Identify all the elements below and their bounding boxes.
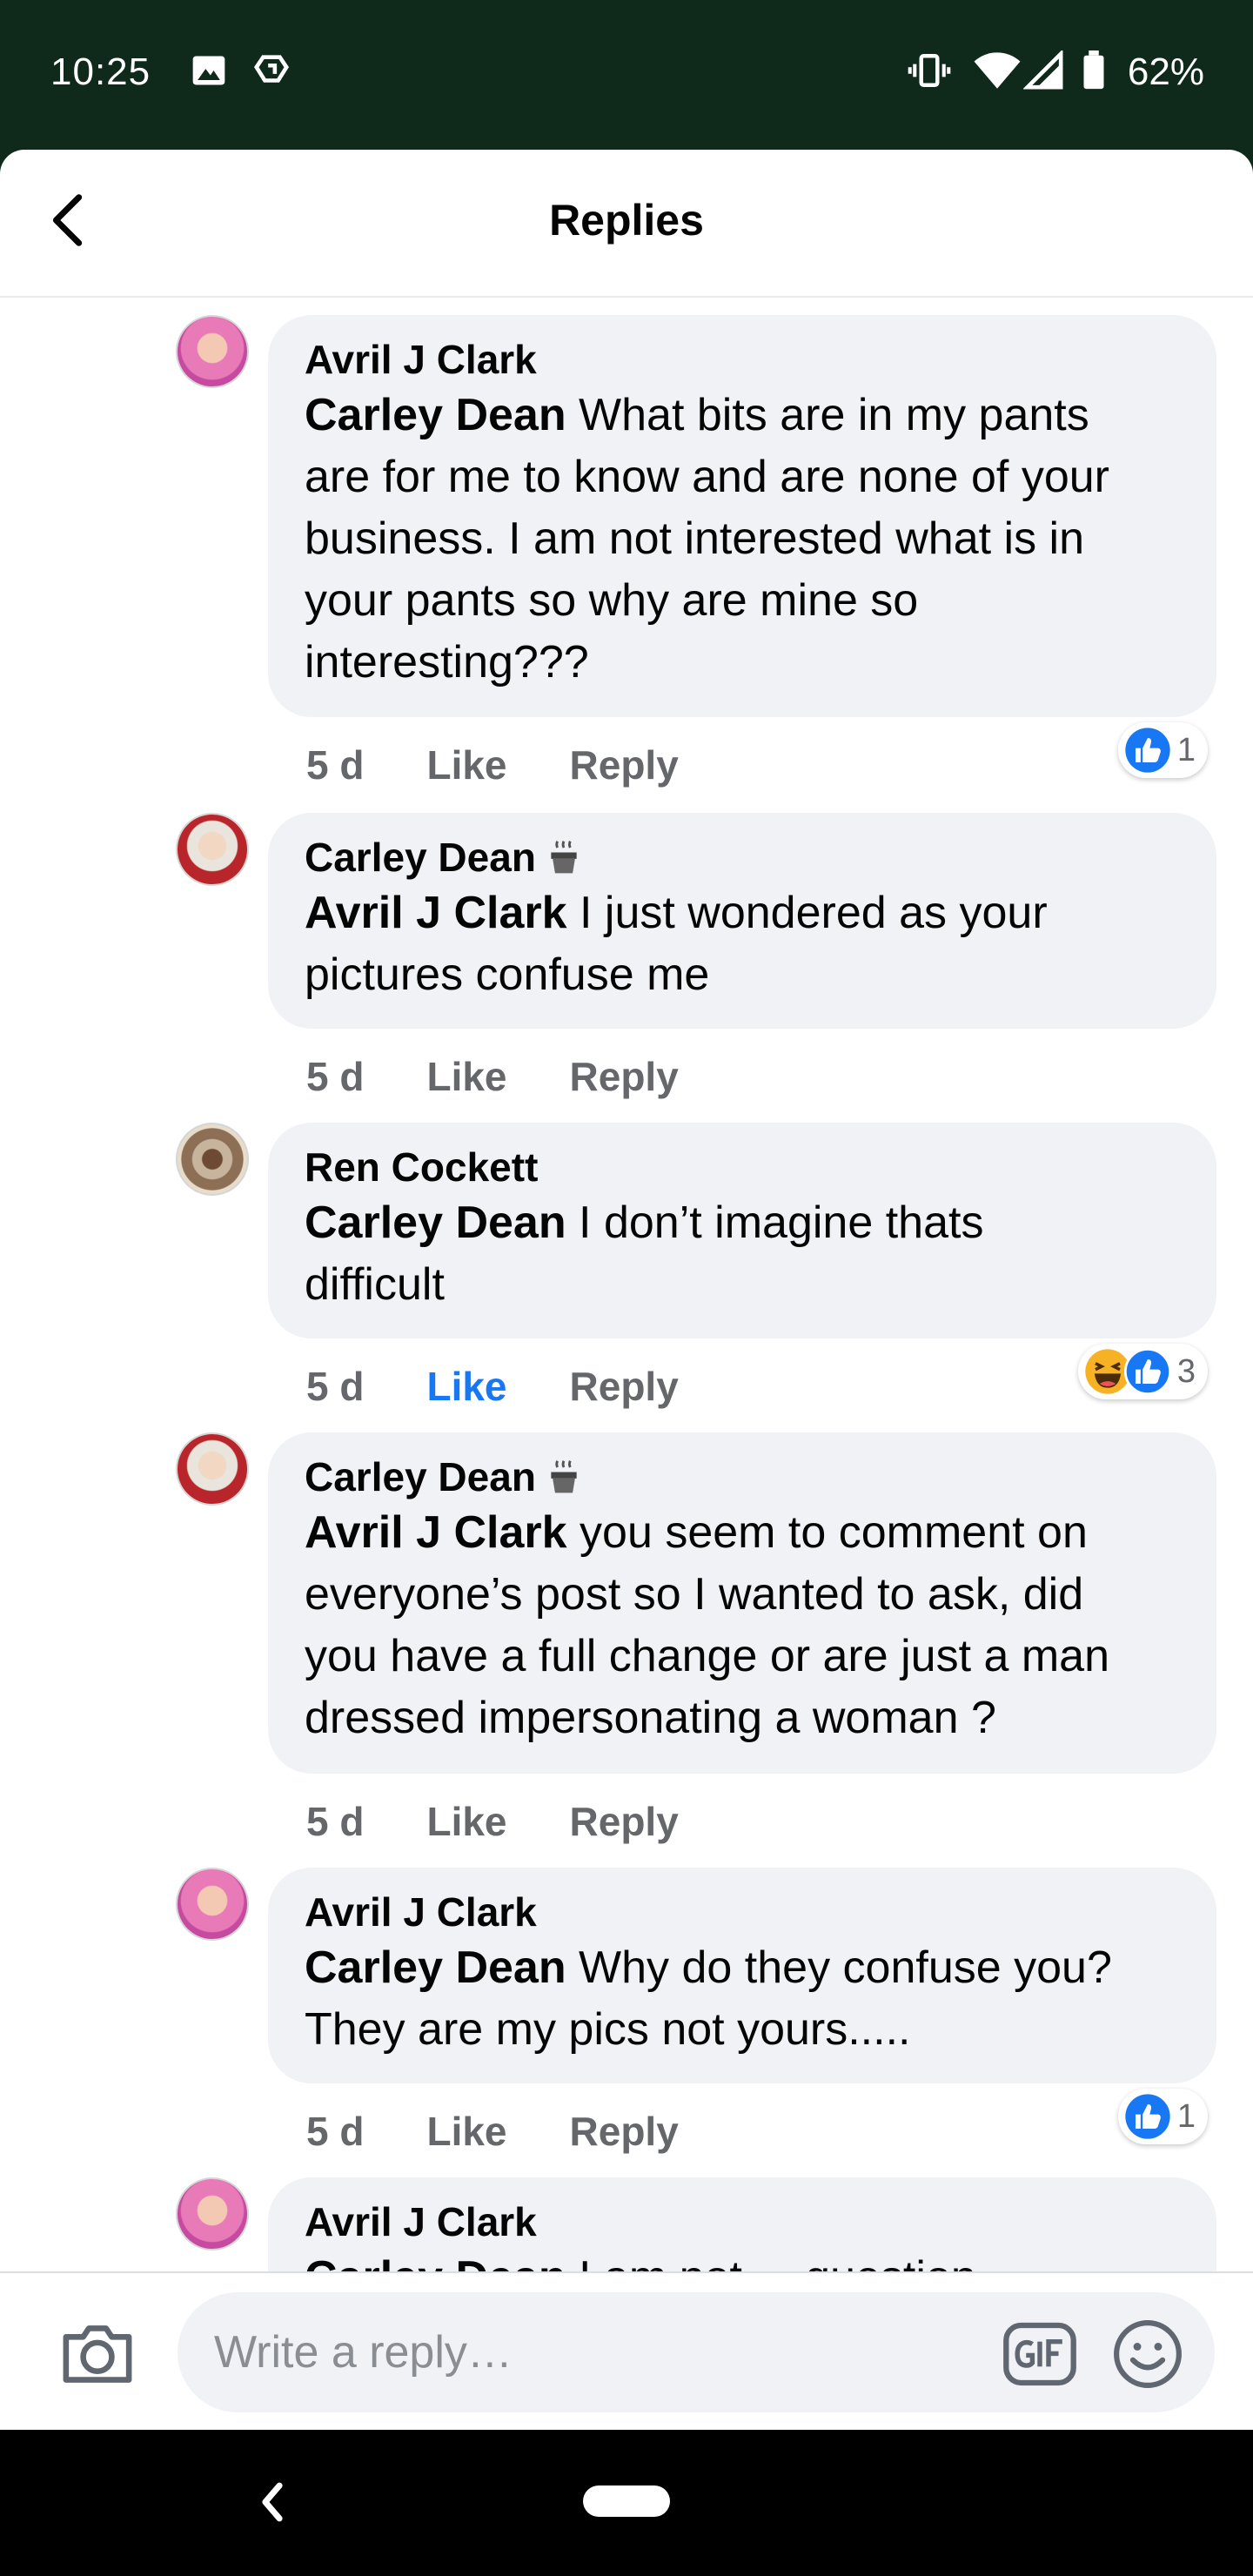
author-name[interactable]: Carley Dean (305, 1452, 536, 1502)
recycle-icon (254, 55, 289, 83)
text-line: difficult (305, 1259, 445, 1310)
coffee-cup-icon (551, 841, 577, 874)
like-button[interactable]: Like (426, 1053, 506, 1100)
comment-actions: 5 d Like Reply (306, 2108, 741, 2155)
comment-actions: 5 d Like Reply (306, 741, 741, 788)
comment-bubble[interactable]: Avril J Clark Carley Dean I am not ... q… (268, 2177, 1216, 2271)
reaction-count: 1 (1176, 731, 1196, 768)
comment-bubble[interactable]: Avril J Clark Carley Dean What bits are … (268, 315, 1216, 717)
comment-bubble[interactable]: Carley Dean Avril J Clark I just wondere… (268, 813, 1216, 1029)
comment-bubble[interactable]: Carley Dean Avril J Clark you seem to co… (268, 1432, 1216, 1774)
vibrate-icon (908, 54, 951, 87)
comment-actions: 5 d Like Reply (306, 1053, 741, 1100)
like-reaction-icon (1125, 2094, 1170, 2139)
avatar[interactable] (176, 2177, 249, 2251)
comment-author[interactable]: Carley Dean (305, 832, 1180, 882)
like-button[interactable]: Like (426, 741, 506, 788)
text-line: everyone’s post so I wanted to ask, did (305, 1569, 1084, 1620)
nav-back-icon[interactable] (258, 2479, 287, 2526)
reply-button[interactable]: Reply (570, 2108, 679, 2155)
text-line: I just wondered as your (566, 888, 1048, 938)
comment-text: Carley Dean Why do they confuse you? They… (305, 1937, 1180, 2061)
reply-thread[interactable]: Avril J Clark Carley Dean What bits are … (0, 298, 1253, 2271)
coffee-cup-icon (551, 1460, 577, 1493)
avatar[interactable] (176, 1868, 249, 1941)
comment-text: Avril J Clark I just wondered as your pic… (305, 882, 1180, 1006)
reply-button[interactable]: Reply (570, 1053, 679, 1100)
text-line: I don’t imagine thats (566, 1197, 984, 1248)
avatar[interactable] (176, 1123, 249, 1196)
image-icon (192, 56, 225, 85)
mention-link[interactable]: Avril J Clark (305, 888, 567, 938)
battery-percent: 62% (1127, 50, 1204, 93)
comment-text: Carley Dean What bits are in my pants are… (305, 385, 1180, 694)
like-button[interactable]: Like (426, 1363, 506, 1410)
reaction-summary[interactable]: 1 (1117, 2089, 1208, 2144)
like-reaction-icon (1125, 728, 1170, 773)
reply-composer (0, 2271, 1253, 2432)
reply-button[interactable]: Reply (570, 1798, 679, 1845)
comment-author[interactable]: Avril J Clark (305, 2197, 1180, 2247)
emoji-icon[interactable] (1112, 2318, 1183, 2390)
text-line: They are my pics not yours..... (305, 2004, 911, 2055)
comment-time: 5 d (306, 2109, 365, 2154)
comment-time: 5 d (306, 1799, 365, 1844)
text-line: What bits are in my pants (566, 390, 1089, 440)
text-line: are for me to know and are none of your (305, 452, 1109, 502)
comment-time: 5 d (306, 1364, 365, 1409)
avatar[interactable] (176, 813, 249, 886)
text-line: I am not ... question (566, 2252, 976, 2271)
nav-home-pill[interactable] (583, 2485, 670, 2517)
mention-link[interactable]: Carley Dean (305, 1942, 566, 1993)
system-nav-bar (0, 2430, 1253, 2576)
reaction-summary[interactable]: 3 (1077, 1344, 1208, 1399)
text-line: your pants so why are mine so (305, 575, 919, 626)
text-line: dressed impersonating a woman ? (305, 1693, 996, 1743)
comment-time: 5 d (306, 742, 365, 788)
status-bar: 10:25 62% (0, 0, 1253, 174)
wifi-icon (974, 52, 1021, 89)
mention-link[interactable]: Carley Dean (305, 390, 566, 440)
status-time: 10:25 (50, 50, 151, 93)
comment-text: Carley Dean I am not ... question (305, 2247, 1180, 2271)
text-line: business. I am not interested what is in (305, 513, 1085, 564)
comment-bubble[interactable]: Avril J Clark Carley Dean Why do they co… (268, 1868, 1216, 2083)
reaction-summary[interactable]: 1 (1117, 722, 1208, 778)
reply-button[interactable]: Reply (570, 1363, 679, 1410)
mention-link[interactable]: Carley Dean (305, 2252, 566, 2271)
comment-bubble[interactable]: Ren Cockett Carley Dean I don’t imagine … (268, 1123, 1216, 1338)
reaction-count: 3 (1176, 1352, 1196, 1390)
comment-actions: 5 d Like Reply (306, 1363, 741, 1410)
camera-icon[interactable] (57, 2318, 137, 2390)
text-line: interesting??? (305, 637, 589, 688)
page-title: Replies (549, 196, 704, 245)
text-line: you seem to comment on (566, 1507, 1088, 1558)
comment-actions: 5 d Like Reply (306, 1798, 741, 1845)
like-button[interactable]: Like (426, 1798, 506, 1845)
avatar[interactable] (176, 1432, 249, 1506)
mention-link[interactable]: Avril J Clark (305, 1507, 567, 1558)
replies-header: Replies (0, 150, 1253, 298)
author-name[interactable]: Carley Dean (305, 832, 536, 882)
comment-author[interactable]: Avril J Clark (305, 1887, 1180, 1937)
gif-icon[interactable] (1002, 2321, 1077, 2387)
reply-button[interactable]: Reply (570, 741, 679, 788)
comment-author[interactable]: Ren Cockett (305, 1142, 1180, 1192)
comment-author[interactable]: Avril J Clark (305, 334, 1180, 385)
like-reaction-icon (1123, 1347, 1171, 1396)
signal-icon (1023, 50, 1063, 90)
like-button[interactable]: Like (426, 2108, 506, 2155)
battery-icon (1083, 50, 1104, 90)
reaction-count: 1 (1176, 2097, 1196, 2135)
text-line: pictures confuse me (305, 949, 710, 1000)
comment-time: 5 d (306, 1054, 365, 1099)
comment-text: Carley Dean I don’t imagine thats difficu… (305, 1192, 1180, 1316)
text-line: you have a full change or are just a man (305, 1631, 1110, 1681)
avatar[interactable] (176, 315, 249, 388)
mention-link[interactable]: Carley Dean (305, 1197, 566, 1248)
comment-author[interactable]: Carley Dean (305, 1452, 1180, 1502)
comment-text: Avril J Clark you seem to comment on ever… (305, 1502, 1180, 1749)
text-line: Why do they confuse you? (566, 1942, 1112, 1993)
